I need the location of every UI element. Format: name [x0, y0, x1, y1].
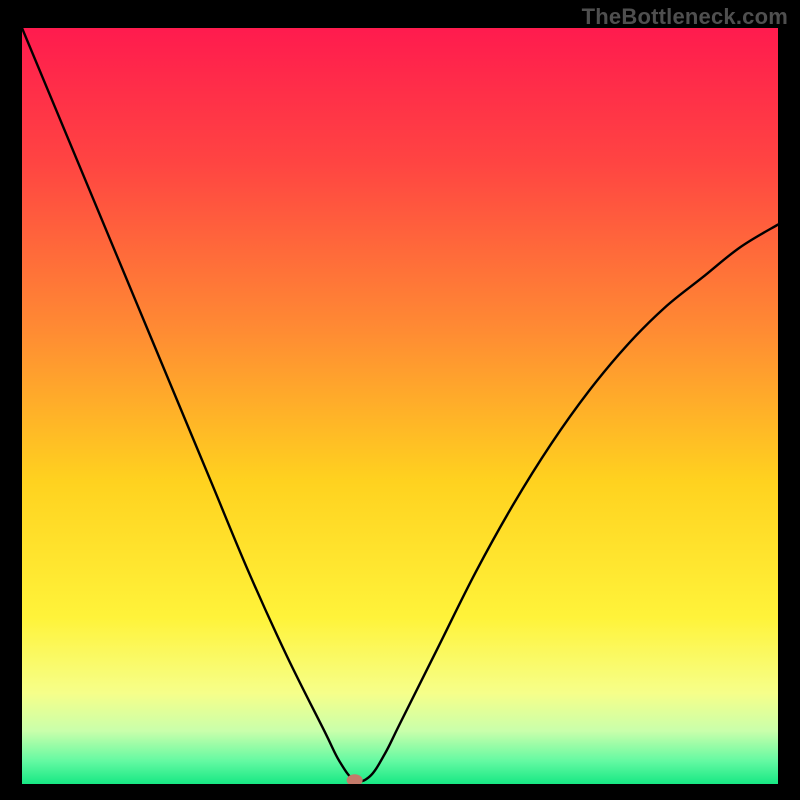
- watermark-text: TheBottleneck.com: [582, 4, 788, 30]
- bottleneck-chart: [22, 28, 778, 784]
- chart-frame: TheBottleneck.com: [0, 0, 800, 800]
- plot-area: [22, 28, 778, 784]
- gradient-background: [22, 28, 778, 784]
